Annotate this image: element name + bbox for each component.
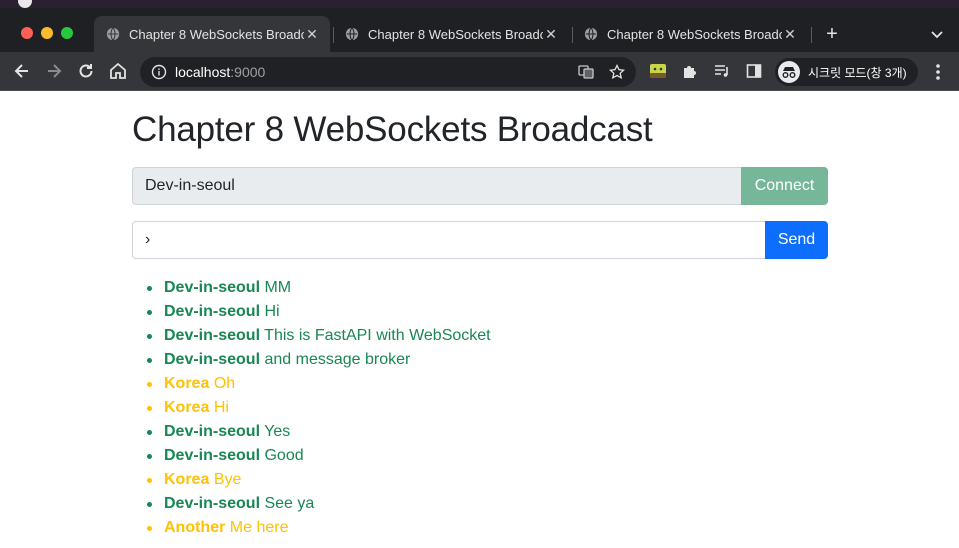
browser-tab[interactable]: Chapter 8 WebSockets Broadca ✕ <box>333 16 569 52</box>
macos-menu-bar <box>0 0 959 8</box>
bookmark-star-icon[interactable] <box>609 64 625 80</box>
message-user: Dev-in-seoul <box>164 423 261 440</box>
tab-close-icon[interactable]: ✕ <box>304 26 320 43</box>
incognito-indicator[interactable]: 시크릿 모드(창 3개) <box>775 58 918 86</box>
globe-icon <box>345 27 359 41</box>
tab-separator <box>811 27 812 43</box>
globe-icon <box>106 27 120 41</box>
page-title: Chapter 8 WebSockets Broadcast <box>132 110 653 149</box>
message-item: Another Me here <box>147 516 491 540</box>
tab-close-icon[interactable]: ✕ <box>543 26 559 43</box>
translate-icon[interactable] <box>578 64 594 80</box>
tab-title: Chapter 8 WebSockets Broadca <box>129 26 304 42</box>
more-menu-icon[interactable] <box>934 63 942 81</box>
message-text: Oh <box>213 375 236 392</box>
message-item: Korea Bye <box>147 468 491 492</box>
message-item: Dev-in-seoul This is FastAPI with WebSoc… <box>147 324 491 348</box>
message-text: This is FastAPI with WebSocket <box>264 327 491 344</box>
media-queue-icon[interactable] <box>714 63 730 79</box>
message-text: Yes <box>264 423 291 440</box>
message-item: Dev-in-seoul See ya <box>147 492 491 516</box>
tab-strip: Chapter 8 WebSockets Broadca ✕ Chapter 8… <box>0 8 959 52</box>
message-text: Bye <box>213 471 242 488</box>
message-user: Dev-in-seoul <box>164 303 261 320</box>
message-user: Another <box>164 519 226 536</box>
close-window-button[interactable] <box>21 27 33 39</box>
apple-icon <box>18 0 32 8</box>
message-user: Korea <box>164 399 210 416</box>
back-arrow-icon[interactable] <box>12 61 32 81</box>
forward-arrow-icon[interactable] <box>44 61 64 81</box>
message-item: Dev-in-seoul MM <box>147 276 491 300</box>
message-user: Korea <box>164 375 210 392</box>
connect-button[interactable]: Connect <box>741 167 828 205</box>
message-user: Dev-in-seoul <box>164 351 261 368</box>
message-item: Korea Hi <box>147 396 491 420</box>
message-user: Dev-in-seoul <box>164 495 261 512</box>
message-user: Korea <box>164 471 210 488</box>
extensions-puzzle-icon[interactable] <box>682 63 698 79</box>
tab-title: Chapter 8 WebSockets Broadca <box>368 26 543 42</box>
message-text: and message broker <box>264 351 411 368</box>
message-text: MM <box>264 279 292 296</box>
browser-toolbar: localhost:9000 시크릿 모드(창 3개) <box>0 52 959 91</box>
home-icon[interactable] <box>108 61 128 81</box>
site-info-icon[interactable] <box>151 64 167 80</box>
url-text: localhost:9000 <box>175 64 265 80</box>
tab-close-icon[interactable]: ✕ <box>782 26 798 43</box>
extension-app-icon[interactable] <box>650 63 666 79</box>
message-item: Korea Oh <box>147 372 491 396</box>
message-user: Dev-in-seoul <box>164 279 261 296</box>
message-text: Good <box>264 447 304 464</box>
address-bar[interactable]: localhost:9000 <box>140 57 636 87</box>
browser-tab[interactable]: Chapter 8 WebSockets Broadca ✕ <box>94 16 330 52</box>
web-page: Chapter 8 WebSockets Broadcast Connect S… <box>0 91 959 548</box>
new-tab-plus-icon[interactable]: + <box>822 24 842 44</box>
url-port: :9000 <box>230 64 266 80</box>
side-panel-icon[interactable] <box>746 63 762 79</box>
message-text: Hi <box>213 399 229 416</box>
tab-title: Chapter 8 WebSockets Broadca <box>607 26 782 42</box>
message-item: Dev-in-seoul Hi <box>147 300 491 324</box>
message-item: Dev-in-seoul Good <box>147 444 491 468</box>
message-form: Send <box>132 221 828 259</box>
message-text: Me here <box>229 519 289 536</box>
message-text: See ya <box>264 495 315 512</box>
incognito-label: 시크릿 모드(창 3개) <box>808 65 907 80</box>
connect-form: Connect <box>132 167 828 205</box>
browser-tab[interactable]: Chapter 8 WebSockets Broadca ✕ <box>572 16 808 52</box>
message-text: Hi <box>264 303 280 320</box>
maximize-window-button[interactable] <box>61 27 73 39</box>
tab-search-chevron-icon[interactable] <box>929 26 945 42</box>
url-host: localhost <box>175 64 231 80</box>
message-input[interactable] <box>132 221 765 259</box>
username-input[interactable] <box>132 167 741 205</box>
minimize-window-button[interactable] <box>41 27 53 39</box>
message-item: Dev-in-seoul and message broker <box>147 348 491 372</box>
reload-icon[interactable] <box>76 61 96 81</box>
message-list: Dev-in-seoul MM Dev-in-seoul Hi Dev-in-s… <box>147 276 491 540</box>
incognito-icon <box>778 61 800 83</box>
globe-icon <box>584 27 598 41</box>
message-user: Dev-in-seoul <box>164 327 261 344</box>
message-item: Dev-in-seoul Yes <box>147 420 491 444</box>
send-button[interactable]: Send <box>765 221 828 259</box>
message-user: Dev-in-seoul <box>164 447 261 464</box>
